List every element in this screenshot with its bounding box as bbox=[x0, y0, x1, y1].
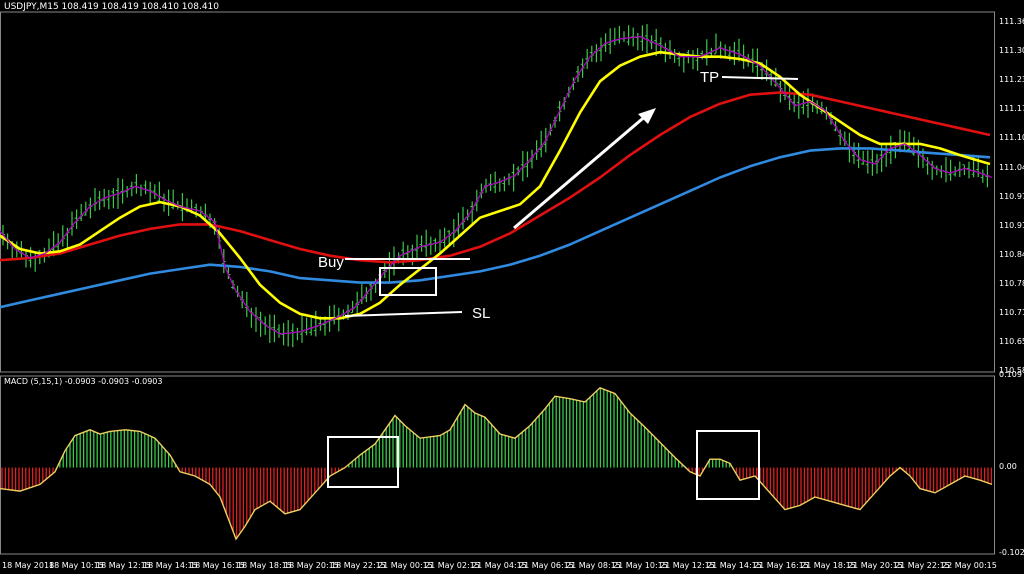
main-y-tick: 111.170 bbox=[999, 104, 1024, 114]
x-tick: 18 May 2018 bbox=[2, 561, 55, 570]
macd-plot-frame bbox=[0, 375, 995, 555]
main-y-tick: 111.365 bbox=[999, 17, 1024, 27]
macd-y-tick: -0.1029 bbox=[999, 548, 1024, 557]
tp-line bbox=[721, 76, 799, 80]
purple-ma-line bbox=[0, 35, 993, 335]
forex-chart bbox=[0, 11, 995, 555]
macd-y-tick: 0.109 bbox=[999, 370, 1022, 379]
main-y-tick: 111.235 bbox=[999, 75, 1024, 85]
macd-y-tick: 0.00 bbox=[999, 461, 1017, 471]
main-y-tick: 110.650 bbox=[999, 336, 1024, 346]
sl-label: SL bbox=[472, 305, 491, 322]
buy-label: Buy bbox=[318, 254, 344, 271]
main-y-tick: 110.715 bbox=[999, 307, 1024, 317]
main-y-tick: 110.910 bbox=[999, 220, 1024, 230]
main-y-tick: 110.975 bbox=[999, 191, 1024, 201]
tp-label: TP bbox=[700, 69, 720, 86]
macd-title: MACD (5,15,1) -0.0903 -0.0903 -0.0903 bbox=[4, 377, 163, 386]
main-y-tick: 111.300 bbox=[999, 46, 1024, 56]
x-tick: 22 May 00:15 bbox=[942, 561, 997, 570]
trend-arrow-shaft bbox=[513, 112, 649, 230]
main-chart-title: USDJPY,M15 108.419 108.419 108.410 108.4… bbox=[4, 2, 220, 12]
main-y-tick: 110.845 bbox=[999, 249, 1024, 259]
main-y-tick: 110.780 bbox=[999, 278, 1024, 288]
main-y-tick: 111.105 bbox=[999, 133, 1024, 143]
main-y-tick: 111.040 bbox=[999, 162, 1024, 172]
